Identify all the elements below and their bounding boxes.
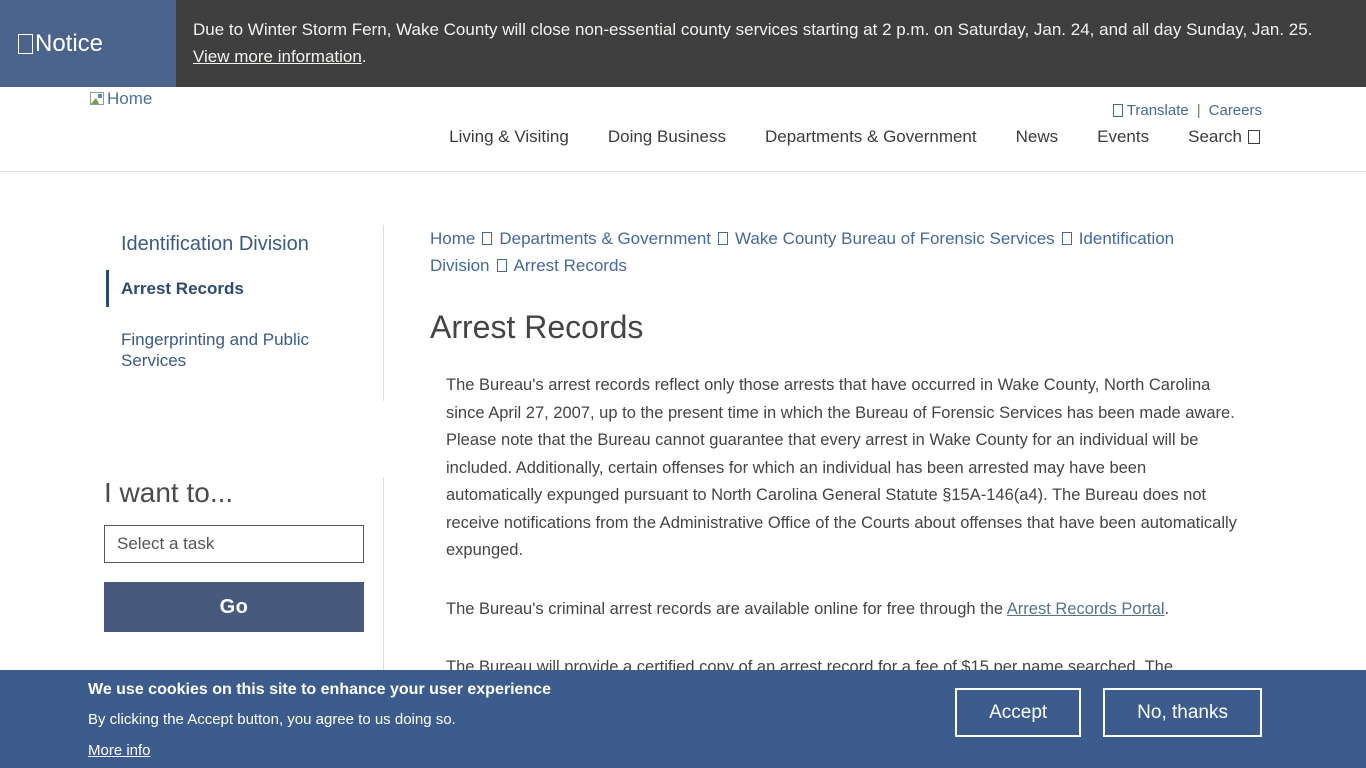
home-logo-alt-text: Home	[107, 89, 152, 109]
cookie-subtitle: By clicking the Accept button, you agree…	[88, 711, 551, 728]
sidebar: Identification Division Arrest Records F…	[104, 225, 384, 684]
sidebar-item-fingerprinting[interactable]: Fingerprinting and Public Services	[104, 321, 383, 379]
notice-message: Due to Winter Storm Fern, Wake County wi…	[176, 0, 1356, 87]
translate-link[interactable]: Translate	[1113, 102, 1189, 119]
nav-news[interactable]: News	[1016, 127, 1059, 147]
broken-image-icon	[90, 92, 105, 107]
nav-departments-government[interactable]: Departments & Government	[765, 127, 977, 147]
notice-bar: Notice Due to Winter Storm Fern, Wake Co…	[0, 0, 1366, 87]
breadcrumb-separator-icon	[482, 232, 492, 245]
search-label: Search	[1188, 127, 1242, 146]
site-header: Home Translate | Careers Living & Visiti…	[0, 87, 1366, 172]
nav-events[interactable]: Events	[1097, 127, 1149, 147]
sidebar-section-title: Identification Division	[104, 225, 383, 270]
i-want-to-title: I want to...	[104, 477, 383, 509]
paragraph-arrest-records-overview: The Bureau's arrest records reflect only…	[446, 372, 1238, 565]
nav-doing-business[interactable]: Doing Business	[608, 127, 726, 147]
paragraph-portal: The Bureau's criminal arrest records are…	[446, 596, 1238, 624]
search-icon	[1248, 130, 1260, 144]
cookie-actions: Accept No, thanks	[955, 688, 1262, 737]
breadcrumb-forensic-services[interactable]: Wake County Bureau of Forensic Services	[735, 229, 1055, 248]
translate-icon	[1113, 104, 1123, 117]
main-nav: Living & Visiting Doing Business Departm…	[449, 127, 1260, 147]
home-logo-link[interactable]: Home	[90, 89, 152, 109]
notice-label: Notice	[0, 0, 176, 87]
more-info-link[interactable]: More info	[88, 742, 151, 759]
translate-label: Translate	[1127, 102, 1189, 119]
main-column: Home Departments & Government Wake County …	[430, 225, 1238, 713]
utility-separator: |	[1197, 102, 1201, 119]
nav-living-visiting[interactable]: Living & Visiting	[449, 127, 569, 147]
cookie-title: We use cookies on this site to enhance y…	[88, 681, 551, 699]
sidebar-section-menu: Identification Division Arrest Records F…	[104, 225, 384, 401]
paragraph-portal-text: The Bureau's criminal arrest records are…	[446, 600, 1007, 618]
view-more-information-link[interactable]: View more information	[193, 47, 362, 66]
breadcrumb-separator-icon	[718, 232, 728, 245]
breadcrumb-departments-government[interactable]: Departments & Government	[499, 229, 711, 248]
cookie-banner: We use cookies on this site to enhance y…	[0, 670, 1366, 768]
accept-button[interactable]: Accept	[955, 688, 1081, 737]
notice-message-text: Due to Winter Storm Fern, Wake County wi…	[193, 20, 1312, 39]
go-button[interactable]: Go	[104, 582, 364, 632]
breadcrumb-home[interactable]: Home	[430, 229, 475, 248]
careers-link[interactable]: Careers	[1209, 102, 1262, 119]
paragraph-portal-period: .	[1165, 600, 1170, 618]
task-select-dropdown[interactable]: Select a task	[104, 525, 364, 563]
no-thanks-button[interactable]: No, thanks	[1103, 688, 1262, 737]
utility-nav: Translate | Careers	[1113, 102, 1262, 119]
page-title: Arrest Records	[430, 309, 1238, 346]
notice-message-period: .	[362, 47, 367, 66]
breadcrumb-separator-icon	[497, 259, 507, 272]
breadcrumb-arrest-records[interactable]: Arrest Records	[514, 256, 627, 275]
notice-label-text: Notice	[35, 30, 103, 58]
notice-icon	[18, 34, 33, 54]
breadcrumb-separator-icon	[1062, 232, 1072, 245]
cookie-text-block: We use cookies on this site to enhance y…	[88, 681, 551, 760]
breadcrumb: Home Departments & Government Wake County …	[430, 225, 1238, 279]
sidebar-item-arrest-records[interactable]: Arrest Records	[106, 270, 383, 307]
nav-search[interactable]: Search	[1188, 127, 1260, 147]
page-body: The Bureau's arrest records reflect only…	[446, 372, 1238, 682]
arrest-records-portal-link[interactable]: Arrest Records Portal	[1007, 600, 1165, 618]
i-want-to-widget: I want to... Select a task Go	[104, 477, 384, 684]
